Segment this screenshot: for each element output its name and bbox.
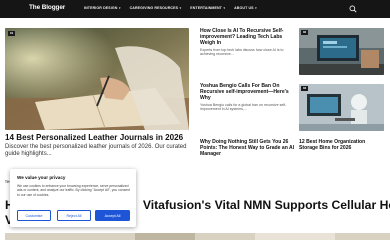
top-navigation-bar: The Blogger INTERIOR DESIGN ▾ CAREGIVING…: [0, 0, 390, 18]
cookie-banner-text: We use cookies to enhance your browsing …: [17, 184, 130, 197]
robot-photo: [299, 84, 384, 131]
customise-button[interactable]: Customise: [17, 210, 51, 221]
cookie-consent-banner: We value your privacy We use cookies to …: [10, 169, 136, 227]
article-number-badge: 03: [301, 86, 308, 91]
nav-item-label: ENTERTAINMENT: [190, 5, 222, 10]
hero-article-title[interactable]: 14 Best Personalized Leather Journals in…: [5, 133, 191, 142]
article-title[interactable]: 12 Best Home Organization Storage Bins f…: [299, 139, 381, 152]
site-logo[interactable]: The Blogger: [29, 4, 65, 11]
search-icon[interactable]: [349, 5, 357, 13]
reject-all-button[interactable]: Reject All: [57, 210, 91, 221]
featured-image-strip: [5, 230, 390, 240]
chevron-down-icon: ▾: [118, 5, 121, 10]
headline-text: Vitafusion's Vital NMN Supports Cellular…: [142, 199, 390, 212]
article-number-badge: 01: [8, 31, 15, 36]
chevron-down-icon: ▾: [255, 5, 257, 10]
nav-item-label: INTERIOR DESIGN: [84, 5, 118, 10]
cookie-banner-title: We value your privacy: [17, 175, 66, 180]
main-nav: INTERIOR DESIGN ▾ CAREGIVING RESOURCES ▾…: [84, 6, 266, 10]
nav-item-caregiving-resources[interactable]: CAREGIVING RESOURCES ▾: [130, 6, 182, 10]
article-thumbnail[interactable]: 02: [299, 28, 384, 75]
article-description: Yoshua Bengio calls for a global ban on …: [200, 103, 287, 112]
article-description: Experts from top tech labs discuss how c…: [200, 48, 284, 57]
chevron-down-icon: ▾: [179, 5, 182, 10]
nav-item-label: ABOUT US: [234, 5, 254, 10]
monitor-photo: [299, 28, 384, 75]
chevron-down-icon: ▾: [223, 5, 226, 10]
article-title[interactable]: Yoshua Bengio Calls For Ban On Recursive…: [200, 83, 298, 101]
hero-article-description: Discover the best personalized leather j…: [5, 144, 187, 157]
journal-photo: [5, 28, 189, 130]
article-title[interactable]: Why Doing Nothing Still Gets You 26 Poin…: [200, 139, 298, 157]
article-title[interactable]: How Close Is AI To Recursive Self-improv…: [200, 28, 298, 46]
accept-all-button[interactable]: Accept All: [95, 210, 130, 221]
nav-item-entertainment[interactable]: ENTERTAINMENT ▾: [190, 6, 225, 10]
nav-item-about-us[interactable]: ABOUT US ▾: [234, 6, 257, 10]
nav-item-interior-design[interactable]: INTERIOR DESIGN ▾: [84, 6, 121, 10]
article-number-badge: 02: [301, 30, 308, 35]
hero-article-image[interactable]: 01: [5, 28, 189, 130]
section-label: TH: [5, 180, 10, 184]
article-thumbnail[interactable]: 03: [299, 84, 384, 131]
nav-item-label: CAREGIVING RESOURCES: [129, 5, 179, 10]
